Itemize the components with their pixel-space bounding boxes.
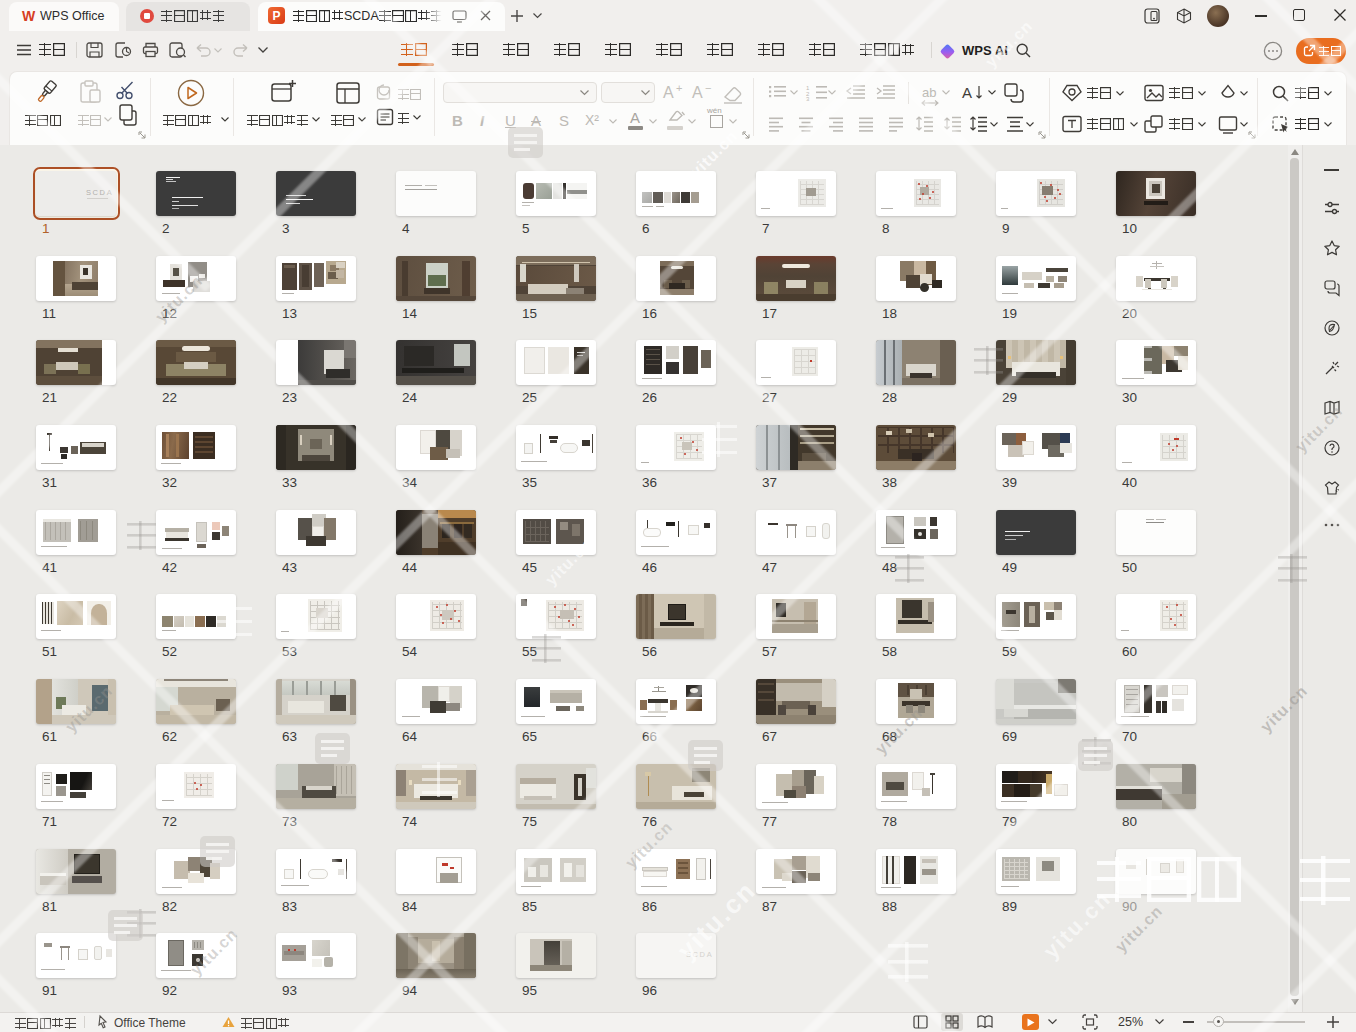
- svg-text:3: 3: [806, 96, 810, 102]
